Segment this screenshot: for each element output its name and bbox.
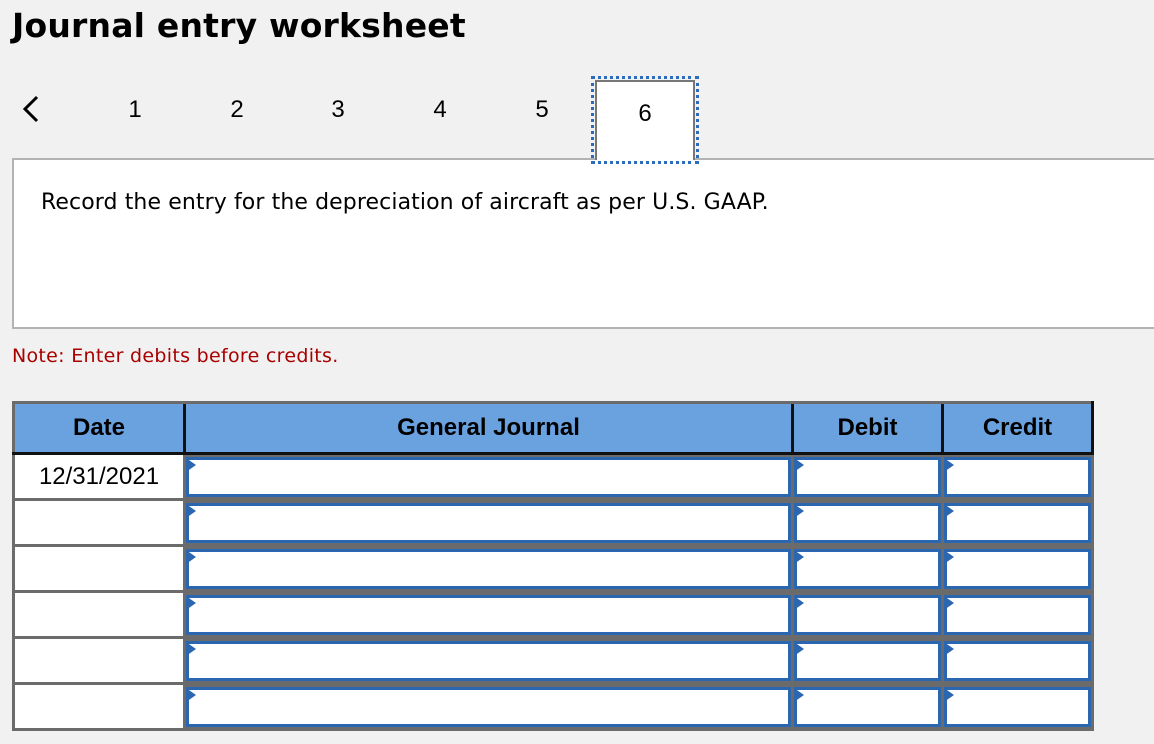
account-cell [183, 498, 794, 547]
account-cell [183, 590, 794, 639]
cell-marker-icon [794, 503, 804, 518]
column-header-general-journal: General Journal [183, 401, 793, 455]
debit-input[interactable] [794, 456, 941, 497]
table-row [12, 590, 1094, 639]
page-title: Journal entry worksheet [12, 6, 466, 45]
debit-cell [791, 636, 944, 685]
cell-marker-icon [186, 457, 196, 472]
table-row [12, 498, 1094, 547]
date-cell [12, 544, 186, 593]
cell-marker-icon [944, 549, 954, 564]
date-cell [12, 636, 186, 685]
debit-input[interactable] [794, 502, 941, 543]
table-row [12, 636, 1094, 685]
cell-marker-icon [944, 595, 954, 610]
question-panel: Record the entry for the depreciation of… [12, 158, 1154, 329]
journal-entry-worksheet: Journal entry worksheet 1 2 3 4 5 6 Reco… [0, 0, 1154, 744]
cell-marker-icon [186, 687, 196, 702]
cell-marker-icon [944, 503, 954, 518]
cell-marker-icon [944, 641, 954, 656]
credit-input[interactable] [944, 456, 1091, 497]
cell-marker-icon [794, 641, 804, 656]
cell-marker-icon [944, 687, 954, 702]
cell-marker-icon [186, 595, 196, 610]
debit-cell [791, 452, 944, 501]
debit-input[interactable] [794, 686, 941, 727]
debit-cell [791, 498, 944, 547]
debit-input[interactable] [794, 548, 941, 589]
table-row: 12/31/2021 [12, 452, 1094, 501]
step-tab-1[interactable]: 1 [115, 92, 155, 128]
step-tab-6-active[interactable]: 6 [591, 76, 699, 164]
account-dropdown[interactable] [186, 548, 791, 589]
credit-input[interactable] [944, 640, 1091, 681]
debit-cell [791, 544, 944, 593]
previous-step-button[interactable] [18, 92, 44, 126]
credit-cell [941, 498, 1094, 547]
debit-input[interactable] [794, 594, 941, 635]
account-cell [183, 452, 794, 501]
cell-marker-icon [794, 687, 804, 702]
credit-input[interactable] [944, 686, 1091, 727]
debit-input[interactable] [794, 640, 941, 681]
step-tab-2[interactable]: 2 [217, 92, 257, 128]
journal-table: Date General Journal Debit Credit 12/31/… [12, 401, 1094, 731]
debit-cell [791, 590, 944, 639]
account-cell [183, 544, 794, 593]
date-cell [12, 590, 186, 639]
credit-input[interactable] [944, 548, 1091, 589]
step-tab-3[interactable]: 3 [318, 92, 358, 128]
cell-marker-icon [794, 595, 804, 610]
step-tab-5[interactable]: 5 [522, 92, 562, 128]
credit-cell [941, 636, 1094, 685]
cell-marker-icon [794, 457, 804, 472]
cell-marker-icon [186, 549, 196, 564]
cell-marker-icon [186, 503, 196, 518]
chevron-left-icon [22, 95, 39, 123]
account-dropdown[interactable] [186, 502, 791, 543]
column-header-date: Date [12, 401, 185, 455]
credit-cell [941, 452, 1094, 501]
account-dropdown[interactable] [186, 594, 791, 635]
account-cell [183, 682, 794, 731]
credit-cell [941, 682, 1094, 731]
column-header-credit: Credit [941, 401, 1094, 455]
date-cell [12, 498, 186, 547]
credit-input[interactable] [944, 502, 1091, 543]
account-cell [183, 636, 794, 685]
question-text: Record the entry for the depreciation of… [41, 190, 769, 215]
credit-input[interactable] [944, 594, 1091, 635]
date-cell [12, 682, 186, 731]
cell-marker-icon [794, 549, 804, 564]
account-dropdown[interactable] [186, 640, 791, 681]
step-tab-4[interactable]: 4 [420, 92, 460, 128]
cell-marker-icon [186, 641, 196, 656]
credit-cell [941, 544, 1094, 593]
column-header-debit: Debit [791, 401, 943, 455]
account-dropdown[interactable] [186, 686, 791, 727]
table-row [12, 682, 1094, 731]
note-text: Note: Enter debits before credits. [12, 345, 339, 367]
date-cell: 12/31/2021 [12, 452, 186, 501]
debit-cell [791, 682, 944, 731]
credit-cell [941, 590, 1094, 639]
table-header-row: Date General Journal Debit Credit [12, 401, 1094, 455]
table-row [12, 544, 1094, 593]
cell-marker-icon [944, 457, 954, 472]
account-dropdown[interactable] [186, 456, 791, 497]
